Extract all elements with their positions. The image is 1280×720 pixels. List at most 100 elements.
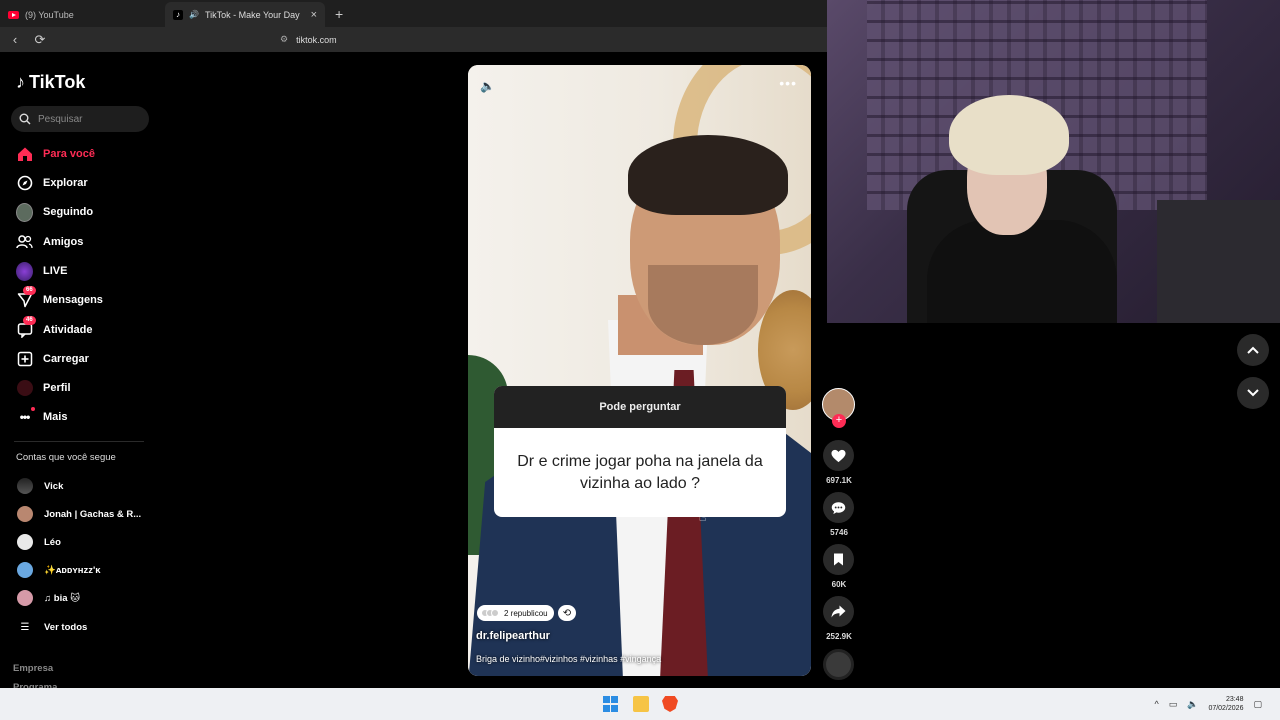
search-box[interactable]	[11, 106, 149, 132]
tab-close-button[interactable]: ×	[311, 9, 317, 21]
search-input[interactable]	[38, 113, 138, 125]
address-bar[interactable]: ⚙ tiktok.com	[280, 30, 337, 49]
repost-indicator[interactable]: 2 republicou	[477, 605, 554, 621]
browser-tab-bar: (9) YouTube ♪ 🔊 TikTok - Make Your Day ×…	[0, 0, 827, 27]
upload-icon	[16, 351, 33, 368]
following-avatar-icon	[16, 202, 33, 222]
brave-browser-icon[interactable]	[662, 696, 678, 712]
following-item-vick[interactable]: Vick	[17, 477, 63, 495]
new-tab-button[interactable]: +	[325, 2, 353, 27]
question-card: Pode perguntar Dr e crime jogar poha na …	[494, 386, 786, 517]
video-caption: Briga de vizinho#vizinhos #vizinhas #vin…	[476, 654, 662, 664]
like-button[interactable]	[823, 440, 854, 471]
network-icon[interactable]: ▭	[1169, 699, 1178, 710]
share-count: 252.9K	[826, 632, 852, 641]
tab-title: (9) YouTube	[25, 9, 74, 20]
browser-toolbar: ‹ ⟳ ⚙ tiktok.com	[0, 27, 827, 52]
video-author[interactable]: dr.felipearthur	[476, 630, 550, 642]
activity-icon: 46	[16, 315, 36, 339]
comment-count: 5746	[830, 528, 848, 537]
tab-tiktok[interactable]: ♪ 🔊 TikTok - Make Your Day ×	[165, 2, 325, 27]
following-name: Léo	[44, 536, 61, 548]
previous-video-button[interactable]	[1237, 334, 1269, 366]
clock-time: 23:48	[1225, 696, 1244, 703]
see-all-following[interactable]: ☰ Ver todos	[17, 618, 88, 636]
home-icon	[16, 146, 33, 163]
nav-mensagens[interactable]: 66 Mensagens	[16, 285, 103, 311]
comment-button[interactable]	[823, 492, 854, 523]
following-item-bia[interactable]: ♫ bia 🐱	[17, 589, 80, 607]
save-button[interactable]	[823, 544, 854, 575]
back-icon[interactable]: ‹	[5, 32, 25, 47]
clock[interactable]: 23:48 07/02/2026	[1208, 695, 1243, 713]
see-all-label: Ver todos	[44, 621, 88, 633]
nav-label: Atividade	[43, 324, 93, 336]
streamer-hair	[949, 95, 1069, 175]
following-name: Jonah | Gachas & R...	[44, 508, 142, 520]
following-item-jonah[interactable]: Jonah | Gachas & R...	[17, 505, 141, 523]
nav-live[interactable]: LIVE	[16, 260, 67, 282]
share-button[interactable]	[823, 596, 854, 627]
url-text: tiktok.com	[296, 34, 337, 45]
tab-youtube[interactable]: (9) YouTube	[0, 2, 165, 27]
taskbar: ^ ▭ 🔈 23:48 07/02/2026 ▢	[0, 688, 1280, 720]
avatar	[17, 478, 33, 494]
following-item-leo[interactable]: Léo	[17, 533, 61, 551]
nav-amigos[interactable]: Amigos	[16, 231, 83, 253]
volume-icon[interactable]: 🔈	[1187, 699, 1198, 710]
next-video-button[interactable]	[1237, 377, 1269, 409]
chevron-up-icon[interactable]: ^	[1154, 699, 1158, 709]
live-icon	[16, 261, 33, 281]
nav-label: Seguindo	[43, 206, 94, 218]
follow-plus-icon[interactable]: +	[832, 414, 846, 428]
nav-label: Carregar	[43, 353, 89, 365]
heart-icon	[831, 449, 846, 462]
nav-carregar[interactable]: Carregar	[16, 348, 89, 370]
chevron-up-icon	[1247, 346, 1259, 354]
friends-icon	[16, 234, 33, 251]
nav-label: Mais	[43, 411, 68, 423]
nav-atividade[interactable]: 46 Atividade	[16, 315, 93, 341]
nav-perfil[interactable]: Perfil	[16, 377, 71, 399]
question-text: Dr e crime jogar poha na janela da vizin…	[517, 452, 763, 492]
repost-icon[interactable]: ⟲	[558, 605, 576, 621]
streamer-hoodie	[927, 220, 1117, 323]
share-icon	[831, 605, 846, 618]
tiktok-logo[interactable]: ♪ TikTok	[16, 72, 85, 93]
clock-date: 07/02/2026	[1208, 705, 1244, 712]
following-section-title: Contas que você segue	[16, 452, 116, 463]
webcam-overlay	[827, 0, 1280, 323]
youtube-favicon-icon	[8, 10, 19, 19]
nav-explorar[interactable]: Explorar	[16, 172, 88, 194]
list-icon: ☰	[20, 621, 30, 633]
logo-text: TikTok	[29, 72, 86, 92]
following-name: ✨ᴀᴅᴅʏʜᴢᴢ'ᴋ	[44, 564, 101, 576]
file-explorer-icon[interactable]	[633, 696, 649, 712]
nav-label: Amigos	[43, 236, 84, 248]
messages-icon: 66	[16, 285, 36, 309]
profile-icon	[16, 380, 33, 397]
following-item-addy[interactable]: ✨ᴀᴅᴅʏʜᴢᴢ'ᴋ	[17, 561, 101, 579]
chevron-down-icon	[1247, 389, 1259, 397]
like-count: 697.1K	[826, 476, 852, 485]
reload-icon[interactable]: ⟳	[30, 32, 50, 48]
nav-mais[interactable]: ••• Mais	[16, 406, 67, 428]
music-disc-icon[interactable]	[823, 649, 854, 680]
nav-label: Explorar	[43, 177, 88, 189]
nav-seguindo[interactable]: Seguindo	[16, 201, 93, 223]
beard	[648, 265, 758, 345]
tab-title: TikTok - Make Your Day	[204, 9, 300, 20]
footer-link-empresa[interactable]: Empresa	[13, 663, 53, 674]
site-info-icon[interactable]: ⚙	[280, 34, 288, 45]
video-player[interactable]: 🔈 ••• Pode perguntar Dr e crime jogar po…	[468, 65, 811, 676]
notification-icon[interactable]: ▢	[1253, 699, 1262, 710]
nav-label: Mensagens	[43, 294, 103, 306]
windows-start-icon[interactable]	[603, 696, 619, 712]
nav-para-voce[interactable]: Para você	[16, 143, 95, 165]
video-more-button[interactable]: •••	[779, 75, 797, 91]
mute-icon[interactable]: 🔈	[480, 79, 495, 93]
following-name: Vick	[44, 480, 64, 492]
more-icon: •••	[16, 406, 35, 426]
repost-avatars	[481, 609, 499, 617]
following-name: ♫ bia 🐱	[44, 592, 81, 604]
